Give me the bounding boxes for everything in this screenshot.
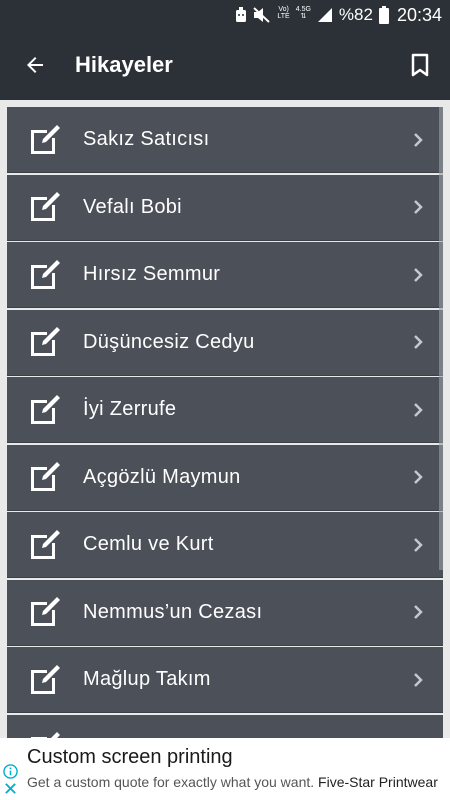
- chevron-right-icon: [393, 107, 443, 173]
- network-type-indicator: 4.5G ⇅: [295, 6, 311, 20]
- back-button[interactable]: [0, 30, 70, 100]
- edit-icon: [7, 309, 83, 375]
- bookmark-icon: [411, 53, 429, 77]
- list-item-title: Açgözlü Maymun: [83, 465, 241, 488]
- scrollbar[interactable]: [439, 107, 443, 570]
- edit-icon: [7, 377, 83, 443]
- edit-icon: [7, 512, 83, 578]
- mute-icon: [253, 6, 271, 24]
- battery-icon: [378, 6, 389, 24]
- list-item-title: Sakız Satıcısı: [83, 128, 210, 150]
- chevron-right-icon: [393, 647, 443, 713]
- volte-indicator: Vo) LTE: [277, 6, 290, 20]
- list-item-title: Düşüncesiz Cedyu: [83, 330, 255, 353]
- ad-body: Get a custom quote for exactly what you …: [27, 773, 447, 791]
- story-list[interactable]: Sakız Satıcısı Vefalı Bobi Hırsız Semmur…: [7, 107, 443, 738]
- list-item[interactable]: Mağlup Takım: [7, 647, 443, 713]
- chevron-right-icon: [393, 242, 443, 308]
- list-item[interactable]: Sakız Satıcısı: [7, 107, 443, 173]
- chevron-right-icon: [393, 512, 443, 578]
- list-item[interactable]: Vefalı Bobi: [7, 174, 443, 241]
- signal-icon: [317, 6, 333, 24]
- status-bar: Vo) LTE 4.5G ⇅ %82 20:34: [0, 0, 450, 30]
- list-item-title: Vefalı Bobi: [83, 195, 182, 218]
- edit-icon: [7, 107, 83, 173]
- chevron-right-icon: [393, 444, 443, 510]
- android-notification-icon: [235, 6, 247, 24]
- list-item-title: Hırsız Semmur: [83, 263, 221, 285]
- ad-description: Get a custom quote for exactly what you …: [27, 774, 315, 790]
- page-title: Hikayeler: [75, 52, 173, 77]
- close-icon[interactable]: [4, 782, 17, 795]
- list-item[interactable]: Cemlu ve Kurt: [7, 512, 443, 578]
- ad-headline[interactable]: Custom screen printing: [27, 746, 233, 769]
- chevron-right-icon: [393, 309, 443, 375]
- edit-icon: [7, 242, 83, 308]
- edit-icon: [7, 579, 83, 645]
- list-item-title: Cemlu ve Kurt: [83, 533, 214, 555]
- app-bar: Hikayeler: [0, 30, 450, 100]
- battery-percent: %82: [338, 5, 373, 24]
- ad-banner[interactable]: Custom screen printing Get a custom quot…: [0, 738, 450, 800]
- list-item-title: İyi Zerrufe: [83, 398, 177, 420]
- edit-icon: [7, 444, 83, 510]
- info-icon[interactable]: [3, 764, 18, 779]
- chevron-right-icon: [393, 579, 443, 645]
- list-item[interactable]: Düşüncesiz Cedyu: [7, 309, 443, 376]
- bookmark-button[interactable]: [390, 30, 450, 100]
- list-item[interactable]: [7, 714, 443, 738]
- list-item-title: Nemmus’un Cezası: [83, 600, 263, 623]
- edit-icon: [7, 174, 83, 240]
- clock: 20:34: [396, 4, 442, 25]
- list-item[interactable]: Nemmus’un Cezası: [7, 579, 443, 646]
- chevron-right-icon: [393, 377, 443, 443]
- edit-icon: [7, 714, 83, 738]
- edit-icon: [7, 647, 83, 713]
- chevron-right-icon: [393, 714, 443, 738]
- list-item[interactable]: Açgözlü Maymun: [7, 444, 443, 511]
- list-item[interactable]: İyi Zerrufe: [7, 377, 443, 443]
- chevron-right-icon: [393, 174, 443, 240]
- list-item-title: Mağlup Takım: [83, 668, 211, 690]
- list-item[interactable]: Hırsız Semmur: [7, 242, 443, 308]
- ad-brand: Five-Star Printwear: [318, 774, 438, 790]
- arrow-left-icon: [27, 57, 43, 73]
